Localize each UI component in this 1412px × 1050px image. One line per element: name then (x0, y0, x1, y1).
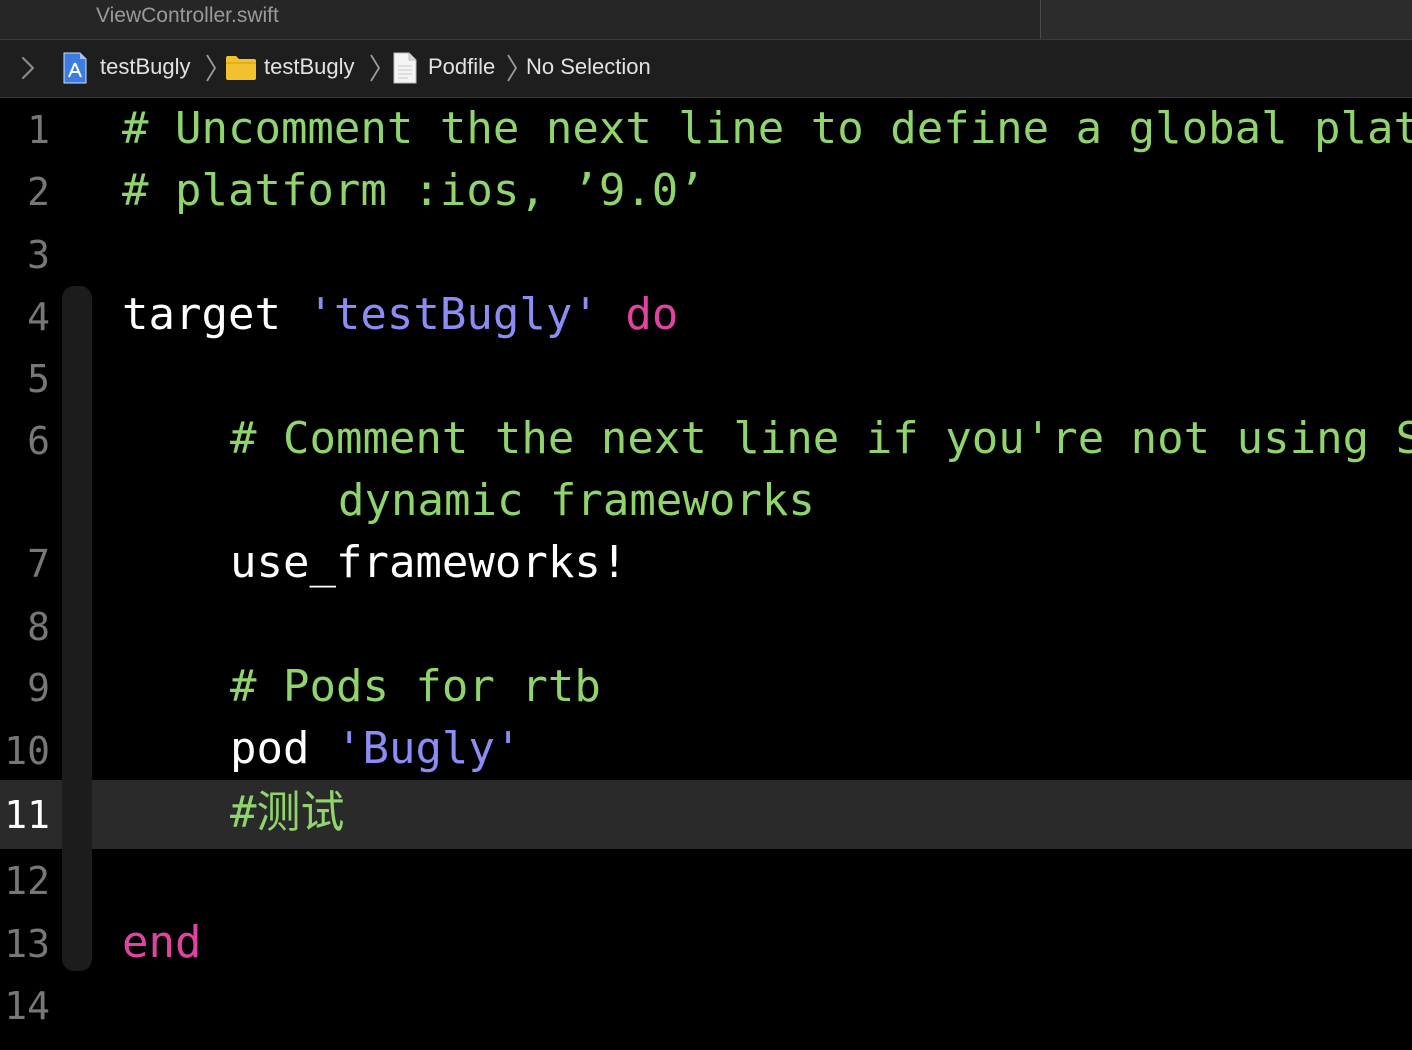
code-line: # Pods for rtb (230, 661, 601, 712)
line-number: 10 (4, 729, 50, 773)
current-line-highlight (0, 780, 1412, 849)
breadcrumb-separator-icon (370, 54, 381, 82)
code-line: end (122, 917, 202, 968)
line-number: 14 (4, 984, 50, 1028)
xcode-project-icon (63, 52, 87, 84)
breadcrumb-item-folder[interactable]: testBugly (264, 54, 355, 80)
breadcrumb-item-selection[interactable]: No Selection (526, 54, 651, 80)
code-line: pod 'Bugly' (230, 724, 521, 774)
line-number: 9 (27, 666, 50, 710)
chevron-right-icon[interactable] (16, 54, 40, 82)
line-number: 7 (27, 542, 50, 586)
code-line: target 'testBugly' do (122, 290, 678, 340)
breadcrumb-item-project[interactable]: testBugly (100, 54, 191, 80)
code-token-string: 'Bugly' (335, 723, 522, 774)
code-token-string: 'testBugly' (307, 289, 599, 340)
line-number: 5 (27, 357, 50, 401)
code-line: # platform :ios, ’9.0’ (122, 165, 705, 216)
line-number-current: 11 (4, 793, 50, 837)
line-number: 8 (27, 605, 50, 649)
xcode-editor-window: ViewController.swift testBugly testBugly (0, 0, 1412, 1050)
line-number: 4 (27, 295, 50, 339)
line-number: 13 (4, 922, 50, 966)
file-icon (393, 52, 417, 84)
code-line-wrapped: dynamic frameworks (338, 475, 815, 526)
tab-bar-empty-area (1041, 0, 1412, 39)
tab-viewcontroller[interactable]: ViewController.swift (0, 0, 1040, 39)
line-number: 12 (4, 859, 50, 903)
breadcrumb-separator-icon (206, 54, 217, 82)
code-editor[interactable]: 1 2 3 4 5 6 7 8 9 10 11 12 13 14 # Uncom… (0, 98, 1412, 1050)
code-folding-ribbon[interactable] (62, 286, 92, 971)
line-number: 2 (27, 170, 50, 214)
code-line: # Uncomment the next line to define a gl… (122, 103, 1412, 154)
code-token-keyword-target: target (122, 289, 308, 340)
folder-icon (226, 56, 256, 80)
line-number: 1 (27, 108, 50, 152)
breadcrumb-separator-icon (507, 54, 518, 82)
code-token-pod: pod (230, 723, 336, 774)
code-line: use_frameworks! (230, 537, 628, 588)
breadcrumb: testBugly testBugly Podfile No Selection (0, 40, 1412, 98)
line-number: 6 (27, 419, 50, 463)
tab-bar: ViewController.swift (0, 0, 1412, 40)
tab-title: ViewController.swift (96, 4, 279, 27)
code-token-keyword-do: do (598, 289, 679, 340)
line-number: 3 (27, 233, 50, 277)
code-line-current: #测试 (230, 787, 345, 838)
breadcrumb-item-file[interactable]: Podfile (428, 54, 495, 80)
code-line: # Comment the next line if you're not us… (230, 413, 1412, 464)
